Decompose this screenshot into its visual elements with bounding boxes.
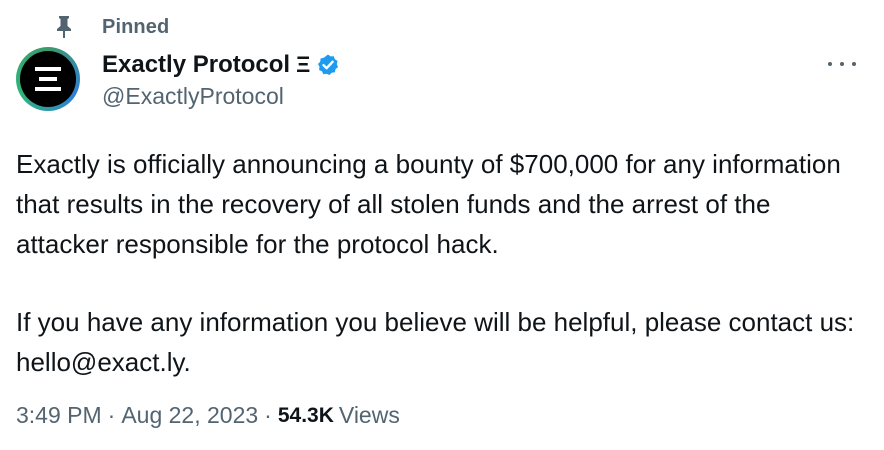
- tweet-time[interactable]: 3:49 PM: [16, 402, 102, 429]
- name-glyph: Ξ: [296, 52, 311, 77]
- views-count[interactable]: 54.3K: [278, 404, 334, 428]
- author-info: Exactly Protocol Ξ @ExactlyProtocol: [102, 50, 340, 110]
- verified-badge-icon[interactable]: [316, 53, 340, 77]
- views-label[interactable]: Views: [339, 402, 400, 429]
- exactly-logo-icon: [20, 51, 76, 107]
- tweet-paragraph: Exactly is officially announcing a bount…: [16, 149, 841, 259]
- pinned-label: Pinned: [102, 15, 170, 38]
- meta-separator: ·: [107, 402, 116, 428]
- author-handle[interactable]: @ExactlyProtocol: [102, 83, 340, 110]
- tweet-date[interactable]: Aug 22, 2023: [121, 402, 258, 429]
- tweet-card: Pinned Exactly Protocol Ξ @ExactlyProtoc…: [0, 0, 884, 450]
- pinned-indicator: Pinned: [52, 14, 169, 40]
- author-display-name[interactable]: Exactly Protocol: [102, 51, 290, 79]
- name-row: Exactly Protocol Ξ: [102, 50, 340, 80]
- tweet-meta: 3:49 PM · Aug 22, 2023 · 54.3K Views: [16, 402, 400, 429]
- meta-separator: ·: [264, 402, 272, 428]
- more-horizontal-icon[interactable]: [828, 56, 856, 72]
- tweet-text: Exactly is officially announcing a bount…: [16, 144, 866, 382]
- avatar[interactable]: [16, 47, 80, 111]
- tweet-paragraph: If you have any information you believe …: [16, 307, 855, 377]
- pin-icon: [52, 14, 76, 40]
